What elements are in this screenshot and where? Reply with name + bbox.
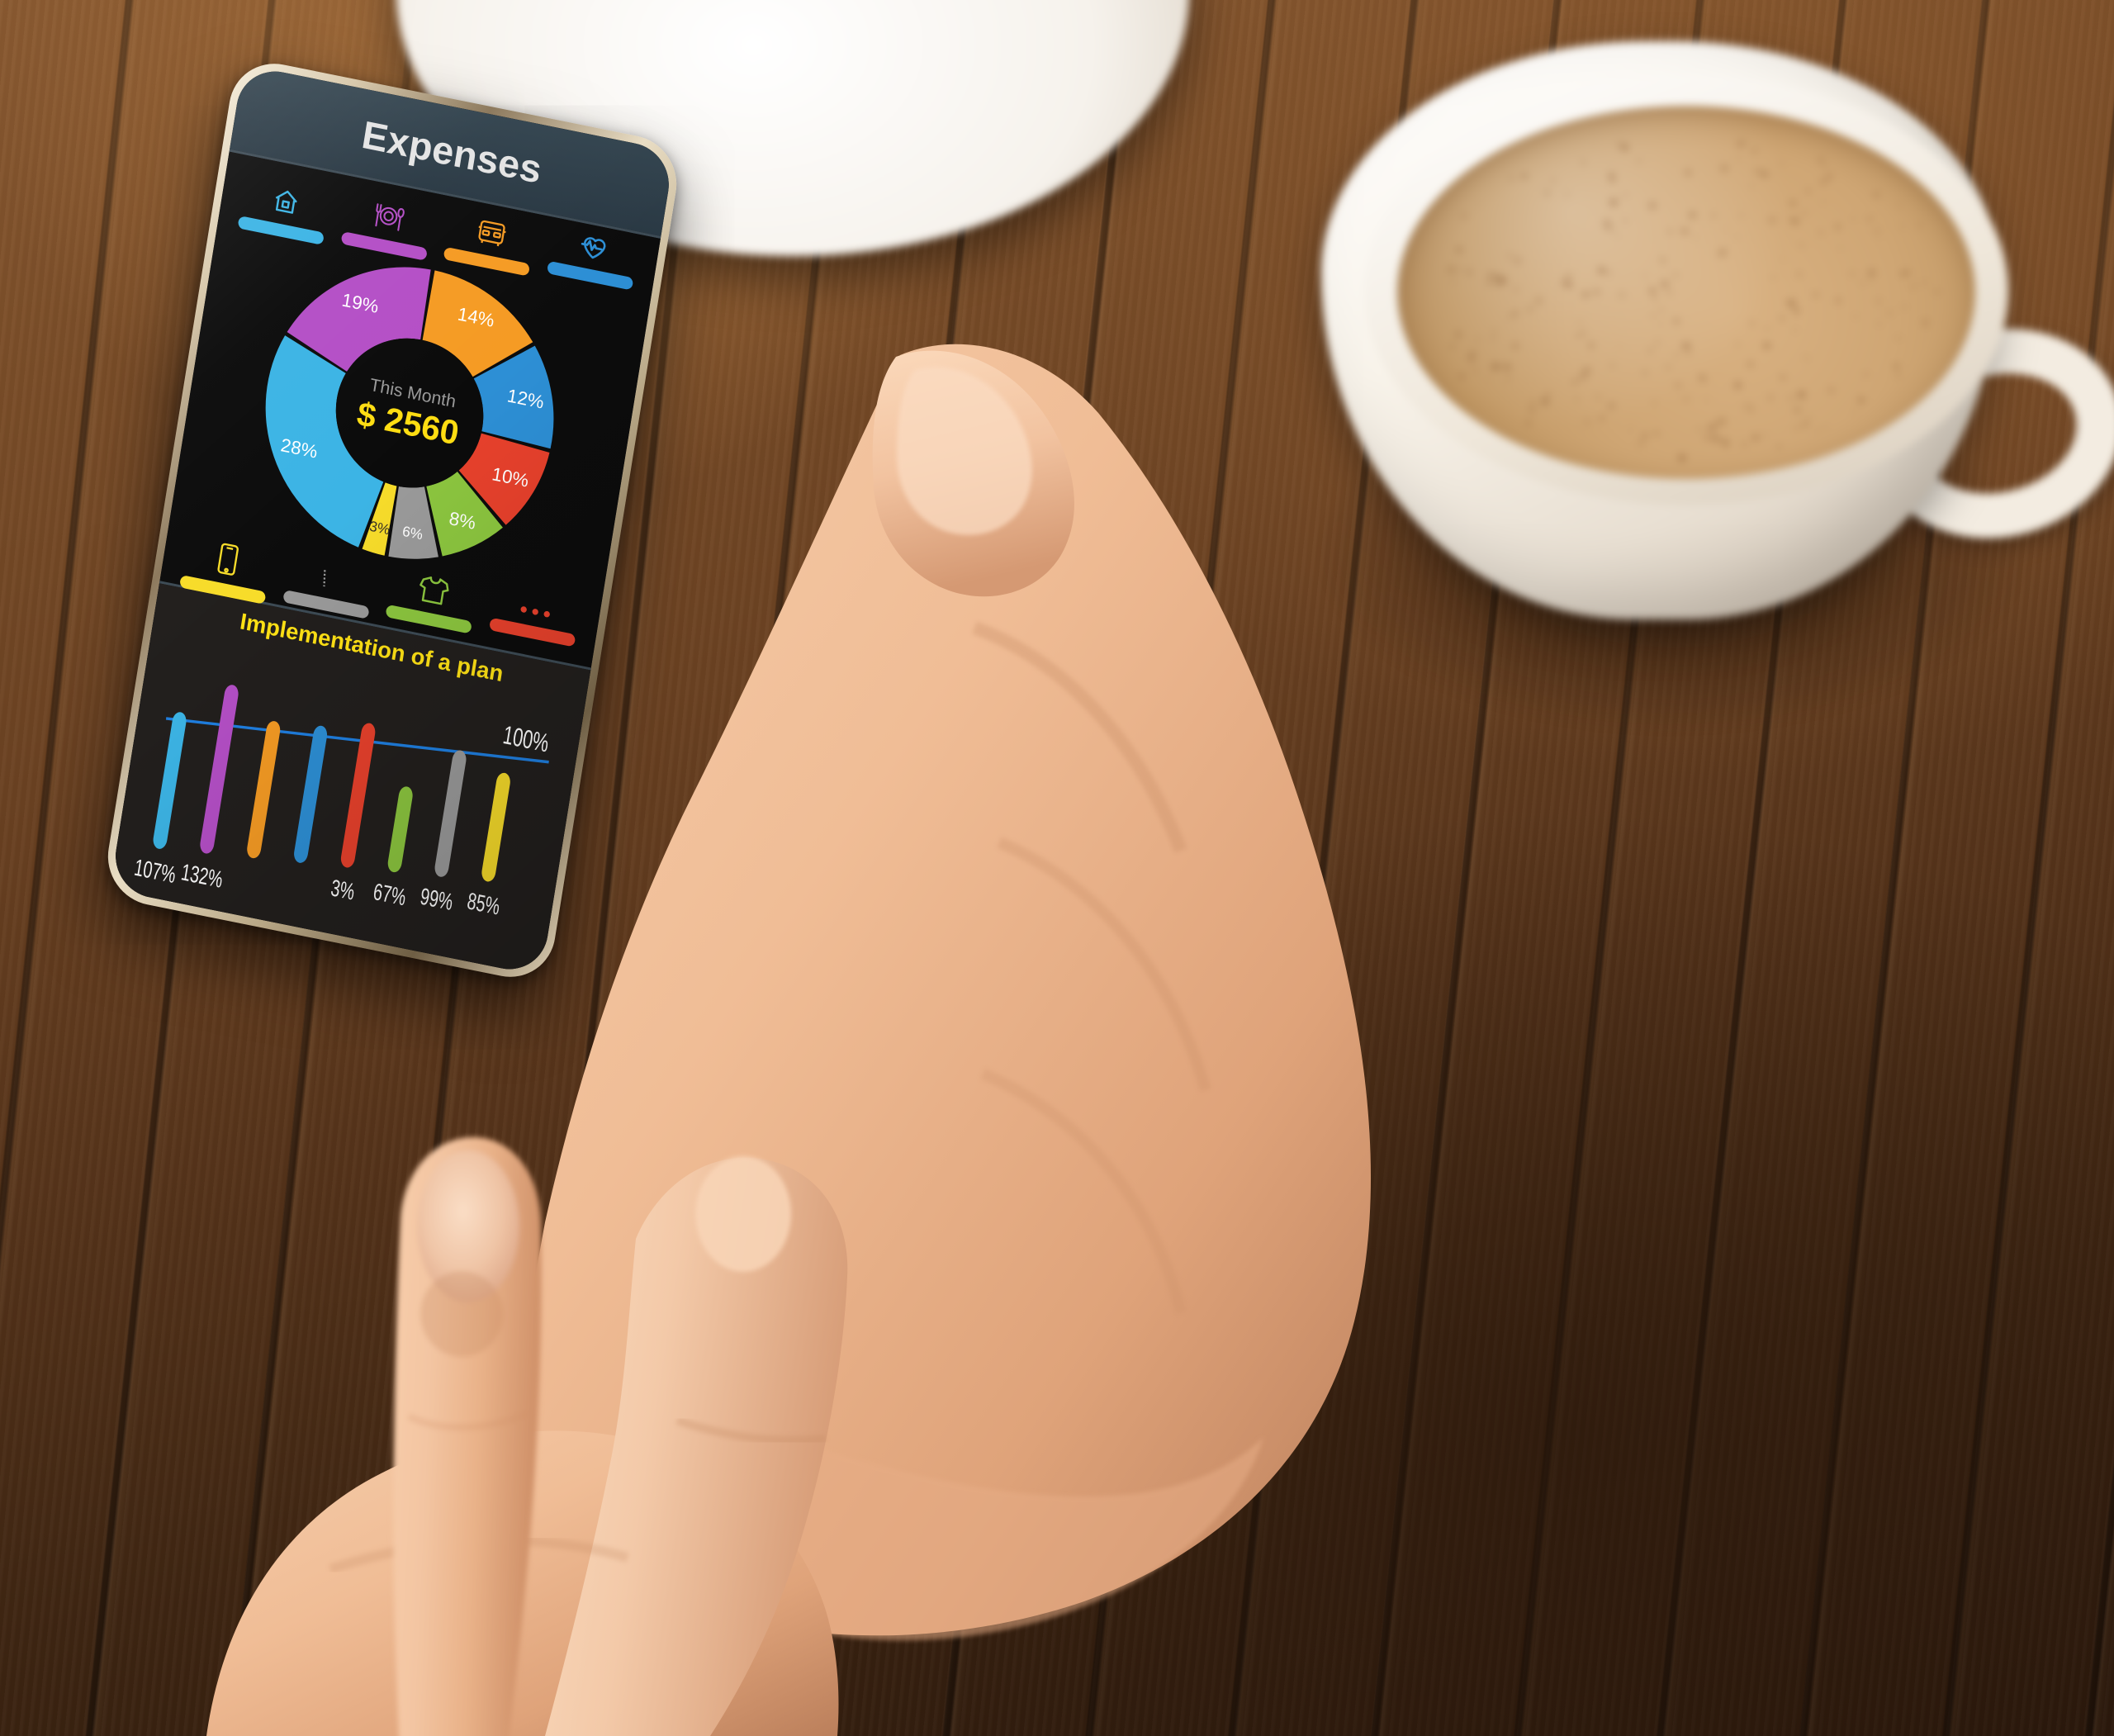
tshirt-icon <box>415 568 453 608</box>
coffee-cup <box>1296 17 2114 801</box>
fingertip-touching-screen <box>393 1137 542 1736</box>
plan-reference-label: 100% <box>501 720 551 757</box>
house-icon <box>269 180 303 219</box>
plan-bar[interactable] <box>292 724 328 864</box>
coffee-foam <box>1397 106 1975 479</box>
three-dots-icon <box>517 581 557 621</box>
fingertip-shape <box>393 1137 542 1736</box>
plan-bar-label: 99% <box>419 884 455 916</box>
foam-speckles <box>1397 106 1975 479</box>
smartphone-icon <box>215 539 242 577</box>
expenses-donut-chart[interactable]: 14% 12% 10% 8% 6% 3% 28% 19% This Month $ 2560 <box>240 237 579 588</box>
plan-bar[interactable] <box>199 684 240 855</box>
category-bar <box>488 617 576 647</box>
plan-bar-label: 67% <box>372 880 408 912</box>
plan-bar[interactable] <box>246 720 282 860</box>
plan-bar[interactable] <box>434 749 467 878</box>
car-icon <box>472 211 511 250</box>
plan-bar-label: 107% <box>132 855 178 889</box>
heart-pulse-icon <box>577 225 613 264</box>
ticket-icon <box>311 553 352 594</box>
plan-bar[interactable] <box>386 785 414 874</box>
plan-bar-label: 132% <box>179 860 225 894</box>
cutlery-icon <box>371 195 408 235</box>
plan-bar[interactable] <box>481 771 512 883</box>
plan-bar-label: 85% <box>465 889 501 921</box>
plan-bar[interactable] <box>339 722 377 869</box>
plan-bar[interactable] <box>152 711 187 851</box>
plan-bar-label: 3% <box>329 875 356 906</box>
category-bar <box>546 260 634 291</box>
